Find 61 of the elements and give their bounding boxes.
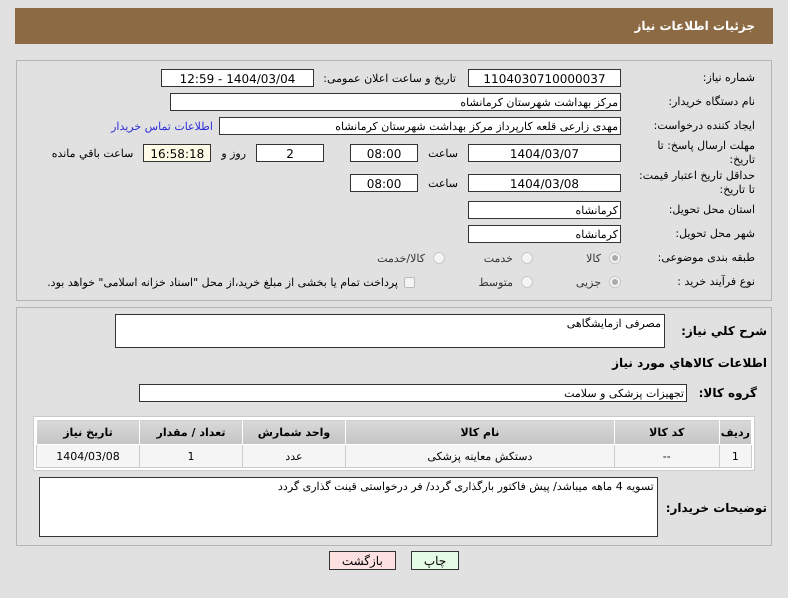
option-label: خدمت bbox=[484, 252, 513, 264]
print-button[interactable]: چاپ bbox=[410, 551, 460, 570]
section-heading: اطلاعات کالاهاي مورد نياز bbox=[610, 356, 767, 370]
column-header: کد کالا bbox=[614, 420, 720, 444]
column-header: رديف bbox=[719, 420, 752, 444]
table-cell: -- bbox=[614, 444, 720, 468]
remaining-time-field: 16:58:18 bbox=[143, 144, 212, 162]
checkbox-label: پرداخت تمام یا بخشی از مبلغ خرید،از محل "اسناد خزانه اسلامی" خواهد بود. bbox=[47, 276, 398, 288]
field-label: شهر محل تحویل: bbox=[674, 227, 755, 241]
field-label: نوع فرآیند خرید : bbox=[676, 275, 755, 289]
option-label: متوسط bbox=[478, 276, 513, 288]
table-cell: عدد bbox=[242, 444, 346, 468]
deadline-time-field: 08:00 bbox=[350, 144, 418, 162]
time-label: ساعت bbox=[428, 146, 458, 160]
province-field: کرمانشاه bbox=[468, 201, 621, 219]
table-cell: 1 bbox=[140, 444, 242, 468]
field-label: شرح کلي نياز: bbox=[680, 324, 767, 338]
option-label: کالا bbox=[586, 252, 601, 264]
need-number-field: 1104030710000037 bbox=[468, 69, 621, 87]
page-title: جزئیات اطلاعات نیاز bbox=[634, 19, 755, 33]
remaining-label: ساعت باقي مانده bbox=[52, 146, 134, 160]
radio-button[interactable] bbox=[609, 252, 621, 264]
validity-time-field: 08:00 bbox=[350, 174, 418, 192]
option-label: کالا/خدمت bbox=[377, 252, 425, 264]
buyer-org-field: مرکز بهداشت شهرستان کرمانشاه bbox=[170, 93, 621, 111]
radio-button[interactable] bbox=[433, 252, 445, 264]
field-label: شماره نیاز: bbox=[702, 71, 755, 85]
announce-date-field: 1404/03/04 - 12:59 bbox=[161, 69, 314, 87]
table-cell: دستکش معاینه پزشکی bbox=[346, 444, 614, 468]
back-button[interactable]: بازگشت bbox=[328, 551, 396, 570]
field-label: تاریخ و ساعت اعلان عمومی: bbox=[322, 72, 456, 84]
column-header: تاريخ نياز bbox=[36, 420, 140, 444]
column-header: تعداد / مقدار bbox=[140, 420, 242, 444]
buyer-notes-field: تسویه 4 ماهه میباشد/ پیش فاکتور بارگذاری گردد/ فر درخواستی قینت گذاری گردد bbox=[38, 477, 658, 537]
table-cell: 1404/03/08 bbox=[36, 444, 140, 468]
radio-button[interactable] bbox=[609, 276, 621, 288]
column-header: واحد شمارش bbox=[242, 420, 346, 444]
field-label: ایجاد کننده درخواست: bbox=[652, 119, 755, 133]
city-field: کرمانشاه bbox=[468, 225, 621, 243]
deadline-date-field: 1404/03/07 bbox=[468, 144, 621, 162]
creator-field: مهدی زارعی قلعه کارپرداز مرکز بهداشت شهرستان کرمانشاه bbox=[219, 117, 621, 135]
field-label: توضیحات خریدار: bbox=[666, 501, 767, 515]
goods-group-field: تجهیزات پزشکی و سلامت bbox=[139, 384, 687, 402]
option-label: جزیی bbox=[576, 276, 601, 288]
checkbox[interactable] bbox=[404, 276, 415, 288]
time-label: ساعت bbox=[428, 176, 458, 190]
buyer-contact-link[interactable]: اطلاعات تماس خریدار bbox=[111, 120, 213, 132]
column-header: نام کالا bbox=[346, 420, 614, 444]
field-label: طبقه بندی موضوعی: bbox=[656, 251, 755, 265]
field-label: نام دستگاه خریدار: bbox=[667, 95, 755, 109]
description-field: مصرفی ازمایشگاهی bbox=[115, 314, 665, 348]
field-label: گروه کالا: bbox=[698, 386, 757, 400]
radio-button[interactable] bbox=[521, 252, 533, 264]
field-label: مهلت ارسال پاسخ: تا تاریخ: bbox=[656, 139, 755, 167]
field-label: استان محل تحویل: bbox=[668, 203, 755, 217]
radio-button[interactable] bbox=[521, 276, 533, 288]
days-field: 2 bbox=[256, 144, 324, 162]
table-cell: 1 bbox=[719, 444, 752, 468]
days-label: روز و bbox=[221, 146, 246, 160]
validity-date-field: 1404/03/08 bbox=[468, 174, 621, 192]
field-label: حداقل تاریخ اعتبار قیمت: تا تاریخ: bbox=[638, 169, 755, 197]
